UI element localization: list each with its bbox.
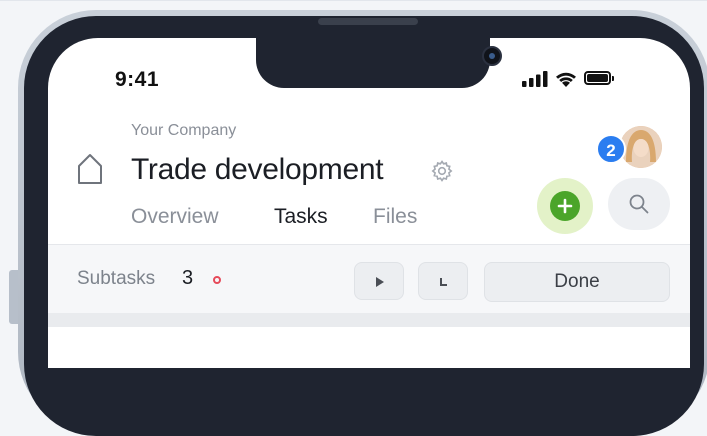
play-icon <box>376 277 384 287</box>
content-area <box>48 327 690 368</box>
subtasks-count: 3 <box>182 267 194 289</box>
notch <box>256 38 502 88</box>
search-button[interactable] <box>608 178 670 230</box>
phone-side-button <box>9 270 18 324</box>
tab-overview[interactable]: Overview <box>131 205 219 229</box>
corner-icon <box>440 278 447 286</box>
add-button[interactable] <box>537 178 593 234</box>
subtasks-bar: Subtasks 3 Done <box>48 245 690 313</box>
avatar[interactable] <box>620 126 662 168</box>
phone-speaker <box>318 18 418 25</box>
done-button[interactable]: Done <box>484 262 670 302</box>
alert-dot-icon <box>213 276 221 284</box>
corner-button[interactable] <box>418 262 468 300</box>
battery-icon <box>584 71 614 85</box>
page-title: Trade development <box>131 153 384 186</box>
gear-icon[interactable] <box>430 159 454 183</box>
wifi-icon <box>556 72 576 87</box>
subtasks-label: Subtasks <box>77 268 156 289</box>
home-icon[interactable] <box>76 152 104 186</box>
avatar-image <box>620 126 662 168</box>
notification-badge: 2 <box>596 134 626 164</box>
plus-icon <box>557 198 573 214</box>
app-screen: 9:41 Your Company Trade development Over… <box>48 38 690 368</box>
signal-icon <box>522 71 548 87</box>
status-time: 9:41 <box>115 68 160 91</box>
search-icon <box>629 194 649 214</box>
play-button[interactable] <box>354 262 404 300</box>
background <box>0 0 707 1</box>
company-name: Your Company <box>131 122 237 139</box>
camera-icon <box>482 46 502 66</box>
tab-files[interactable]: Files <box>373 205 417 229</box>
section-separator <box>48 313 690 327</box>
tab-tasks[interactable]: Tasks <box>274 205 328 229</box>
